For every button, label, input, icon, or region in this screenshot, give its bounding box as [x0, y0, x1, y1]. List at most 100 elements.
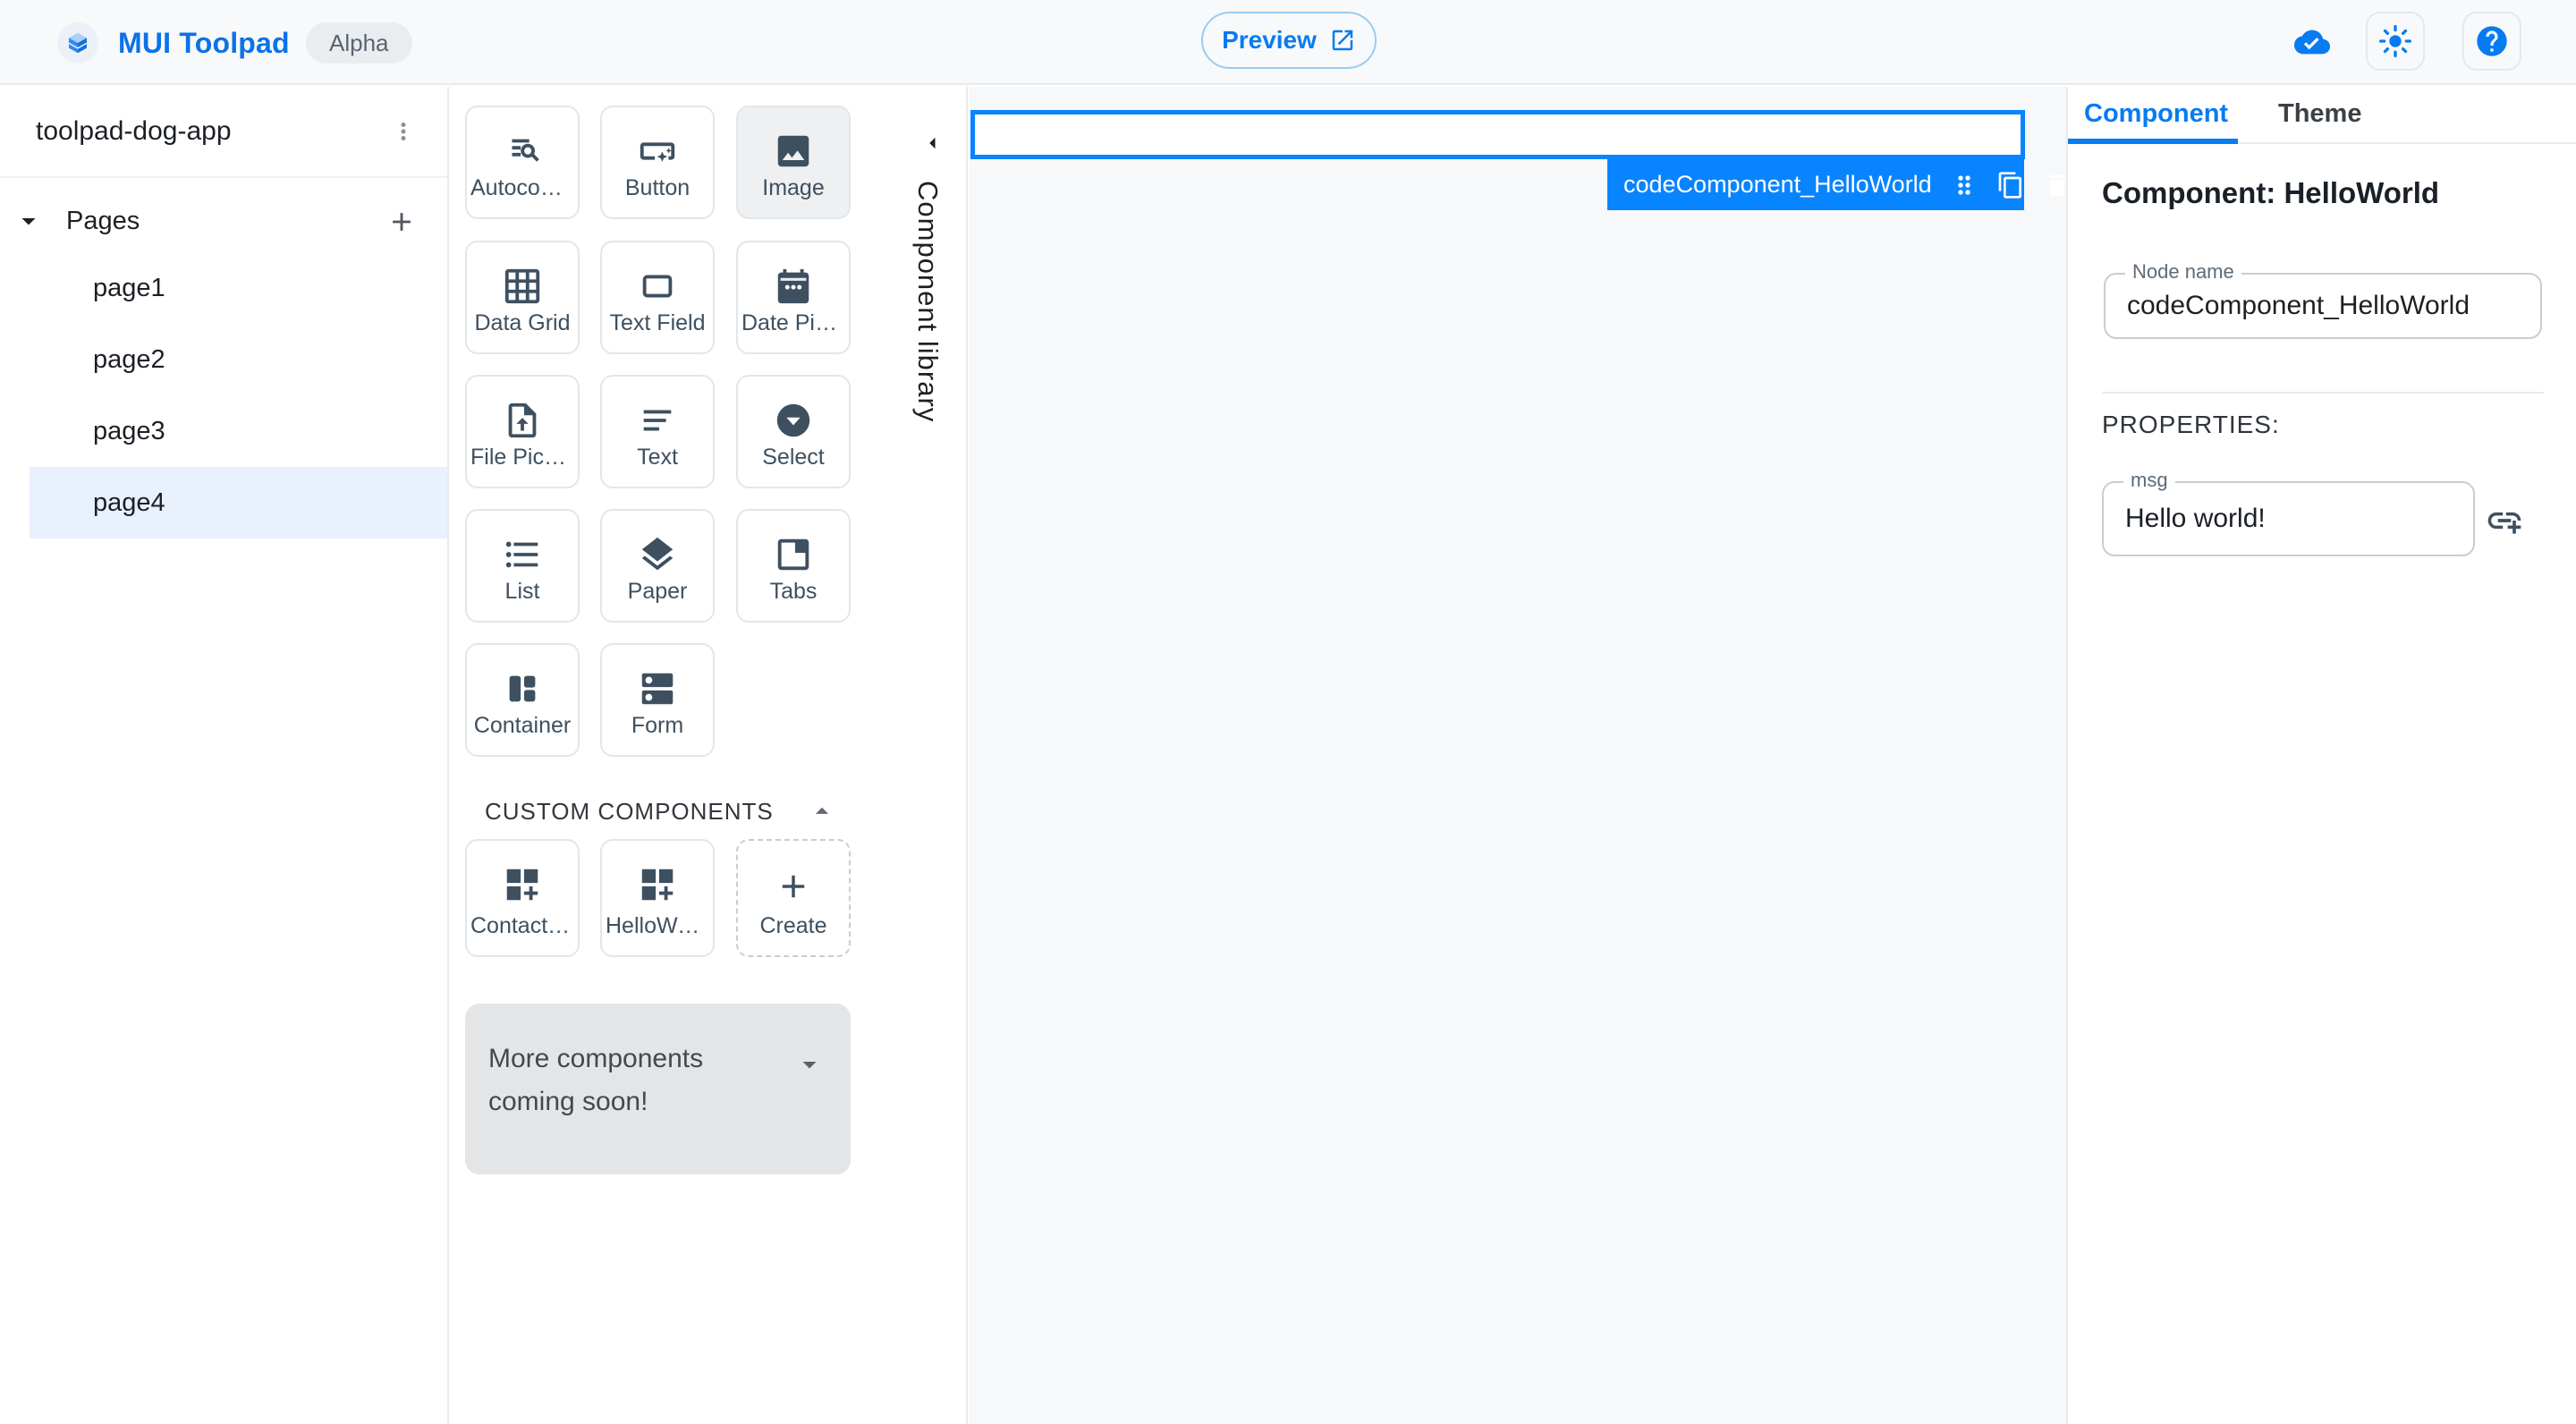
component-card-tabs[interactable]: Tabs [736, 509, 851, 623]
component-card-data-grid[interactable]: Data Grid [465, 241, 580, 354]
component-card-label: Date Picker [741, 310, 845, 335]
sidebar-divider [0, 176, 447, 178]
component-card-text-field[interactable]: Text Field [600, 241, 715, 354]
app-title: MUI Toolpad [118, 27, 290, 59]
component-card-label: Data Grid [474, 310, 571, 335]
more-components-accordion[interactable]: More components coming soon! [465, 1004, 851, 1174]
component-card-label: Image [762, 175, 825, 200]
page-item-label: page2 [93, 344, 165, 374]
node-name-label: Node name [2125, 260, 2241, 284]
app-row: toolpad-dog-app [0, 87, 447, 176]
page-item-label: page1 [93, 273, 165, 302]
container-icon [502, 668, 543, 709]
component-card-file-picker[interactable]: File Picker [465, 375, 580, 488]
create-card-label: Create [759, 913, 827, 938]
toolpad-logo [57, 22, 98, 64]
component-card-list[interactable]: List [465, 509, 580, 623]
text-field-icon [637, 266, 678, 307]
open-in-new-icon [1329, 27, 1356, 54]
app-header: MUI Toolpad Alpha Preview [0, 0, 2576, 85]
list-icon [502, 534, 543, 575]
selection-label: codeComponent_HelloWorld [1623, 171, 1932, 198]
preview-button-label: Preview [1222, 26, 1317, 54]
page-item-label: page3 [93, 416, 165, 445]
theme-toggle-button[interactable] [2366, 12, 2425, 71]
selection-toolbar: codeComponent_HelloWorld [1607, 159, 2066, 210]
custom-component-label: ContactSta… [470, 913, 574, 938]
pages-tree-header[interactable]: Pages [0, 192, 447, 250]
add-page-button[interactable] [377, 198, 426, 246]
active-tab-indicator [2068, 139, 2238, 144]
plus-icon [775, 868, 812, 905]
component-card-select[interactable]: Select [736, 375, 851, 488]
page-item-label: page4 [93, 487, 165, 517]
pages-list: page1 page2 page3 page4 [0, 252, 447, 538]
help-button[interactable] [2462, 12, 2521, 71]
tab-theme[interactable]: Theme [2278, 99, 2361, 129]
component-card-label: List [504, 579, 540, 604]
data-grid-icon [502, 266, 543, 307]
component-card-label: Paper [627, 579, 688, 604]
component-card-label: Form [631, 713, 684, 738]
component-card-button[interactable]: Button [600, 106, 715, 219]
collapse-up-icon[interactable] [807, 796, 837, 826]
more-vert-icon [390, 118, 417, 145]
mui-toolpad-window: MUI Toolpad Alpha Preview toolpad-dog-ap… [0, 0, 2576, 1424]
create-component-card[interactable]: Create [736, 839, 851, 957]
alpha-badge: Alpha [306, 22, 412, 64]
component-card-text[interactable]: Text [600, 375, 715, 488]
tab-component[interactable]: Component [2084, 99, 2228, 129]
layers-icon [637, 534, 678, 575]
component-card-container[interactable]: Container [465, 643, 580, 757]
selected-component-outline[interactable] [970, 110, 2025, 159]
chevron-down-icon[interactable] [13, 205, 45, 237]
custom-component-card-1[interactable]: HelloWorld [600, 839, 715, 957]
preview-button[interactable]: Preview [1201, 12, 1377, 69]
custom-components-heading: CUSTOM COMPONENTS [485, 798, 774, 825]
help-icon [2474, 23, 2510, 59]
component-card-label: Select [762, 445, 825, 470]
component-card-label: Container [473, 713, 572, 738]
select-icon [773, 400, 814, 441]
app-menu-button[interactable] [380, 108, 427, 155]
more-components-text: More components coming soon! [488, 1044, 704, 1116]
form-icon [637, 668, 678, 709]
component-card-label: File Picker [470, 445, 574, 470]
msg-field[interactable]: msg Hello world! [2102, 469, 2475, 556]
tab-icon [773, 534, 814, 575]
custom-component-card-0[interactable]: ContactSta… [465, 839, 580, 957]
component-library-panel: Autocomplete Button Image Data Grid Text Fie… [449, 87, 968, 1424]
sidebar-page-item-page1[interactable]: page1 [0, 252, 447, 324]
sidebar-page-item-page2[interactable]: page2 [0, 324, 447, 395]
pages-label: Pages [66, 207, 140, 235]
msg-value[interactable]: Hello world! [2125, 504, 2266, 534]
add-link-icon[interactable] [2485, 501, 2524, 540]
node-name-value[interactable]: codeComponent_HelloWorld [2127, 291, 2470, 321]
chevron-down-icon [793, 1048, 826, 1081]
dashboard-customize-icon [502, 864, 543, 905]
inspector-panel: Component Theme Component: HelloWorld No… [2066, 87, 2576, 1424]
component-card-date-picker[interactable]: Date Picker [736, 241, 851, 354]
component-card-form[interactable]: Form [600, 643, 715, 757]
drag-indicator-icon[interactable] [1950, 171, 1979, 199]
date-picker-icon [773, 266, 814, 307]
component-card-label: Button [624, 175, 691, 200]
sidebar-page-item-page3[interactable]: page3 [0, 395, 447, 467]
component-card-paper[interactable]: Paper [600, 509, 715, 623]
notes-icon [637, 400, 678, 441]
custom-component-label: HelloWorld [606, 913, 709, 938]
component-card-autocomplete[interactable]: Autocomplete [465, 106, 580, 219]
collapse-panel-icon[interactable] [919, 130, 946, 157]
component-heading: Component: HelloWorld [2102, 176, 2440, 209]
inspector-tabs: Component Theme [2068, 87, 2576, 144]
image-icon [773, 131, 814, 172]
cloud-done-icon [2292, 24, 2333, 60]
component-card-label: Text Field [609, 310, 706, 335]
node-name-field[interactable]: Node name codeComponent_HelloWorld [2104, 260, 2542, 339]
canvas[interactable]: codeComponent_HelloWorld [970, 87, 2066, 1424]
duplicate-icon[interactable] [1996, 171, 2025, 199]
light-mode-icon [2377, 23, 2413, 59]
component-card-image[interactable]: Image [736, 106, 851, 219]
sidebar-page-item-page4[interactable]: page4 [30, 467, 447, 538]
left-sidebar: toolpad-dog-app Pages page1 page2 page3 pag… [0, 87, 449, 1424]
